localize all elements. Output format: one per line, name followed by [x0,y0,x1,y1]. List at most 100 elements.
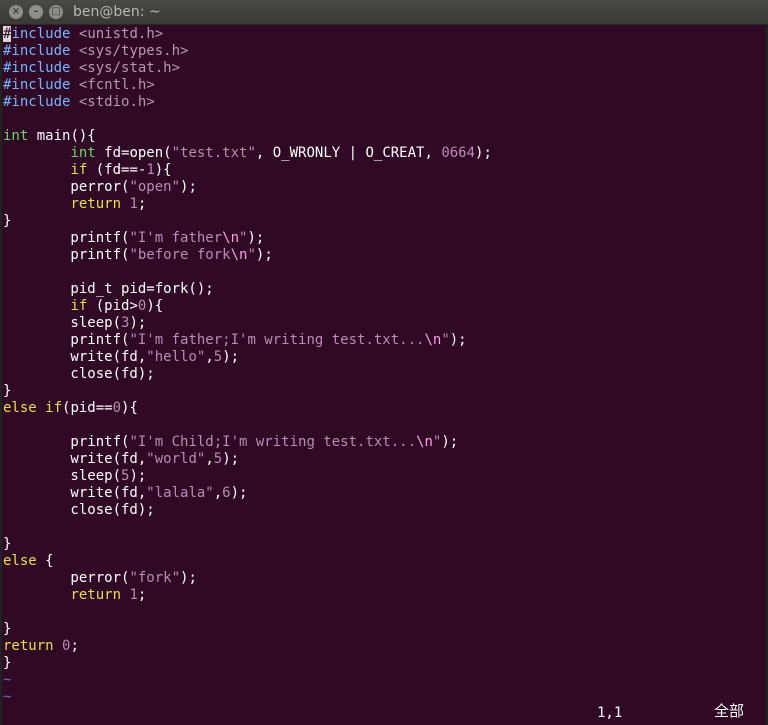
maximize-icon[interactable]: □ [49,5,63,19]
code-token: ); [222,349,240,365]
code-line[interactable]: int fd=open("test.txt", O_WRONLY | O_CRE… [3,145,765,162]
code-line[interactable] [3,264,765,281]
code-token: 5 [213,451,223,467]
code-line[interactable]: printf("I'm Child;I'm writing test.txt..… [3,434,765,451]
code-line[interactable]: pid_t pid=fork(); [3,281,765,298]
code-token: if [45,400,63,416]
code-line[interactable]: else { [3,553,765,570]
code-token: ); [247,230,265,246]
code-token: , O_WRONLY | O_CREAT, [255,145,442,161]
code-token: printf( [3,230,130,246]
code-token: , [205,451,214,467]
code-line[interactable] [3,519,765,536]
code-token: #include [3,77,71,93]
code-line[interactable]: ~ [3,672,765,689]
code-line[interactable] [3,604,765,621]
code-token: <sys/types.h> [78,43,189,59]
code-token: } [3,213,12,229]
code-token: ); [475,145,492,161]
empty-line-marker: ~ [3,672,12,688]
code-token: ; [137,196,147,212]
code-token: } [3,383,12,399]
code-token: sleep( [3,468,122,484]
code-line[interactable]: return 1; [3,196,765,213]
code-line[interactable]: return 1; [3,587,765,604]
code-line[interactable]: sleep(5); [3,468,765,485]
code-line[interactable] [3,417,765,434]
code-line[interactable]: if (fd==-1){ [3,162,765,179]
code-line[interactable]: sleep(3); [3,315,765,332]
code-token: } [3,621,12,637]
window-left-border [0,24,2,725]
code-token: if [70,298,88,314]
code-line[interactable]: close(fd); [3,502,765,519]
code-line[interactable]: write(fd,"lalala",6); [3,485,765,502]
code-token: close(fd); [3,502,155,518]
code-line[interactable]: #include <sys/stat.h> [3,60,765,77]
code-line[interactable]: } [3,621,765,638]
code-token: int [70,145,96,161]
code-line[interactable]: close(fd); [3,366,765,383]
code-line[interactable]: write(fd,"hello",5); [3,349,765,366]
code-token: ); [129,468,147,484]
code-token: 6 [222,485,231,501]
code-line[interactable]: if (pid>0){ [3,298,765,315]
code-token: "hello" [146,349,206,365]
code-line[interactable]: perror("open"); [3,179,765,196]
code-token: close(fd); [3,366,155,382]
code-token: (pid> [87,298,138,314]
code-line[interactable]: } [3,536,765,553]
code-line[interactable]: else if(pid==0){ [3,400,765,417]
code-line[interactable]: } [3,655,765,672]
code-line[interactable]: #include <sys/types.h> [3,43,765,60]
code-line[interactable]: printf("I'm father;I'm writing test.txt.… [3,332,765,349]
code-line[interactable]: #include <fcntl.h> [3,77,765,94]
code-token: #include [3,43,71,59]
vim-editor[interactable]: #include <unistd.h> #include <sys/types.h… [3,26,765,723]
code-token: 1 [146,162,155,178]
code-token: "I'm father;I'm writing test.txt... [129,332,425,348]
code-token: "I'm Child;I'm writing test.txt... [129,434,417,450]
code-token: return [70,196,122,212]
close-icon[interactable]: × [9,5,23,19]
code-line[interactable]: write(fd,"world",5); [3,451,765,468]
code-token: , [205,349,214,365]
code-line[interactable]: printf("before fork\n"); [3,247,765,264]
code-line[interactable]: ~ [3,689,765,706]
code-line[interactable]: #include <stdio.h> [3,94,765,111]
code-token: printf( [3,247,130,263]
code-token: 5 [213,349,223,365]
code-token: ){ [154,162,172,178]
code-buffer[interactable]: #include <unistd.h> #include <sys/types.h… [3,26,765,706]
code-token: ); [255,247,273,263]
code-token: main(){ [28,128,96,144]
code-line[interactable]: #include <unistd.h> [3,26,765,43]
code-line[interactable]: int main(){ [3,128,765,145]
terminal-window: × – □ ben@ben: ~ #include <unistd.h> #inc… [0,0,768,725]
code-line[interactable]: perror("fork"); [3,570,765,587]
code-token: #include [3,60,71,76]
code-line[interactable]: } [3,213,765,230]
code-token: " [247,247,256,263]
code-token: return [3,638,54,654]
minimize-icon[interactable]: – [29,5,43,19]
code-token: \n [424,332,442,348]
code-token: int [3,128,29,144]
code-line[interactable]: } [3,383,765,400]
code-token: , [213,485,223,501]
code-line[interactable]: printf("I'm father\n"); [3,230,765,247]
code-token: write(fd, [3,485,147,501]
code-token: ); [129,315,147,331]
code-token: { [36,553,54,569]
code-token: pid_t pid=fork(); [3,281,214,297]
code-token: perror( [3,179,130,195]
code-line[interactable]: return 0; [3,638,765,655]
code-line[interactable] [3,111,765,128]
code-token: return [70,587,122,603]
